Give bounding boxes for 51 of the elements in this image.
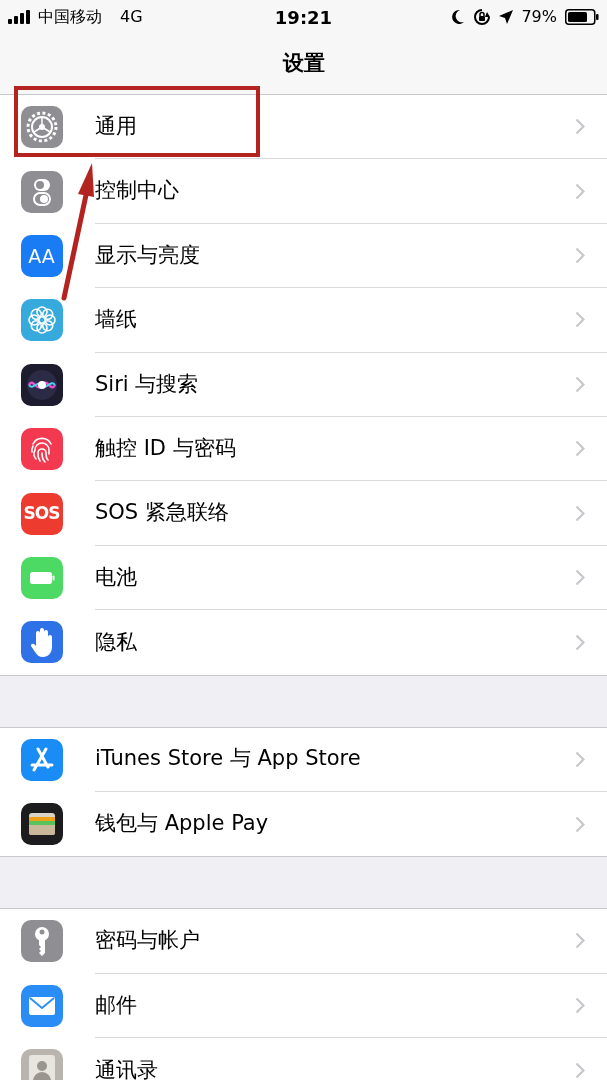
chevron-icon xyxy=(575,815,585,833)
settings-row[interactable]: Siri 与搜索 xyxy=(0,352,607,417)
carrier-name: 中国移动 xyxy=(38,6,102,28)
app-icon: SOS xyxy=(20,492,63,535)
network-type: 4G xyxy=(120,6,143,28)
app-icon: AA xyxy=(20,234,63,277)
chevron-icon xyxy=(575,996,585,1014)
row-label: 触控 ID 与密码 xyxy=(95,434,237,462)
row-label: 通用 xyxy=(95,112,138,140)
row-label: 通讯录 xyxy=(95,1056,159,1080)
settings-row[interactable]: 墙纸 xyxy=(0,288,607,353)
settings-row[interactable]: 触控 ID 与密码 xyxy=(0,416,607,482)
status-time: 19:21 xyxy=(273,5,334,30)
settings-row[interactable]: 电池 xyxy=(0,545,607,611)
row-label: 隐私 xyxy=(95,628,138,656)
chevron-icon xyxy=(575,633,585,651)
chevron-icon xyxy=(575,932,585,950)
settings-row[interactable]: 密码与帐户 xyxy=(0,909,607,974)
row-label: 密码与帐户 xyxy=(95,927,201,955)
chevron-icon xyxy=(575,750,585,768)
chevron-icon xyxy=(575,311,585,329)
battery-percent: 79% xyxy=(521,6,557,28)
chevron-icon xyxy=(575,504,585,522)
row-label: 电池 xyxy=(95,563,138,591)
moon-icon xyxy=(451,9,466,25)
settings-row[interactable]: SOS SOS 紧急联络 xyxy=(0,481,607,546)
row-label: 墙纸 xyxy=(95,306,138,334)
chevron-icon xyxy=(575,568,585,586)
settings-row[interactable]: 邮件 xyxy=(0,973,607,1039)
settings-row[interactable]: 隐私 xyxy=(0,610,607,675)
chevron-icon xyxy=(575,246,585,264)
settings-row[interactable]: AA 显示与亮度 xyxy=(0,223,607,289)
location-icon xyxy=(499,10,514,24)
row-label: SOS 紧急联络 xyxy=(95,499,230,527)
chevron-icon xyxy=(575,118,585,136)
row-label: 控制中心 xyxy=(95,177,180,205)
row-label: iTunes Store 与 App Store xyxy=(95,745,362,773)
settings-row[interactable]: 通用 xyxy=(0,95,607,160)
row-label: 钱包与 Apple Pay xyxy=(95,810,270,838)
battery-icon xyxy=(565,9,599,25)
chevron-icon xyxy=(575,375,585,393)
row-label: Siri 与搜索 xyxy=(95,370,200,398)
settings-row[interactable]: 通讯录 xyxy=(0,1038,607,1080)
page-title: 设置 xyxy=(282,50,325,78)
chevron-icon xyxy=(575,440,585,458)
row-label: 显示与亮度 xyxy=(95,241,201,269)
row-label: 邮件 xyxy=(95,991,138,1019)
settings-row[interactable]: iTunes Store 与 App Store xyxy=(0,727,607,792)
rotation-lock-icon xyxy=(473,8,492,26)
chevron-icon xyxy=(575,182,585,200)
settings-row[interactable]: 钱包与 Apple Pay xyxy=(0,791,607,857)
